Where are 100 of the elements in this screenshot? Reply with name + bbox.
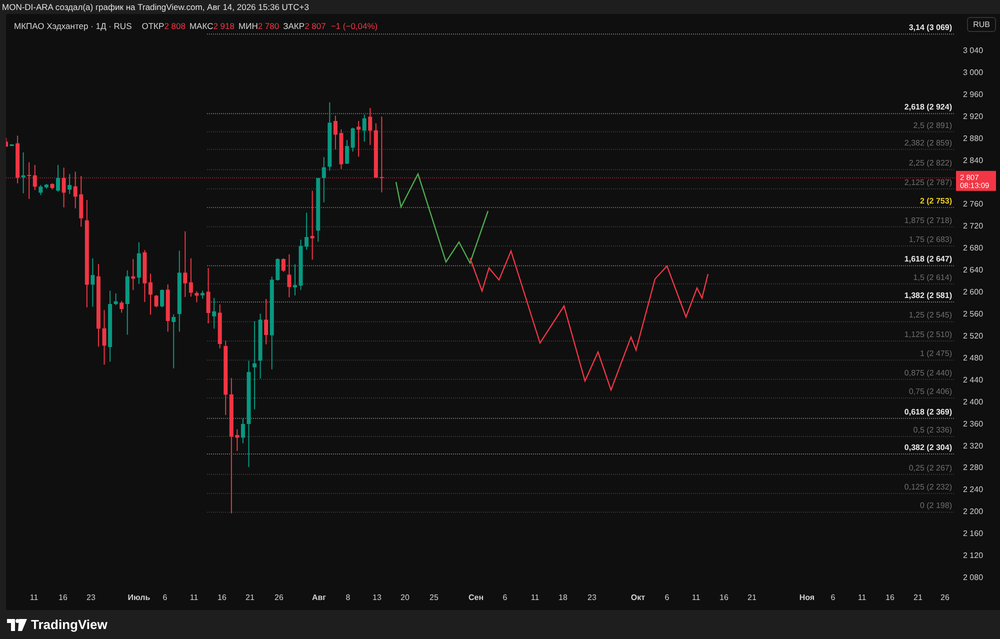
price-axis-label: 2 760 (963, 200, 984, 209)
price-axis-label: 2 600 (963, 288, 984, 297)
price-axis-label: 3 000 (963, 68, 984, 77)
fib-level-label: 0,125 (2 232) (904, 482, 952, 492)
price-axis-label: 2 640 (963, 266, 984, 275)
fib-level-label: 2,382 (2 859) (904, 138, 952, 148)
ohlc-label: ОТКР (142, 21, 164, 31)
ohlc-value: 2 780 (258, 21, 280, 31)
price-axis-label: 3 040 (963, 46, 984, 55)
fib-level-label: 1,75 (2 683) (908, 234, 952, 244)
price-axis-label: 2 240 (963, 485, 984, 494)
month-label: Ноя (799, 593, 815, 602)
fib-level-label: 0 (2 198) (920, 501, 952, 510)
candlestick (194, 290, 199, 303)
fib-level-label: 0,875 (2 440) (904, 368, 952, 378)
date-label: 11 (858, 593, 866, 602)
candlestick (154, 294, 158, 308)
fib-level-label: 0,25 (2 267) (908, 463, 952, 472)
currency-button[interactable]: RUB (967, 17, 996, 32)
fib-level-label: 0,75 (2 406) (908, 387, 952, 396)
date-label: 18 (558, 593, 568, 602)
symbol-title: МКПАО Хэдхантер · 1Д · RUS (14, 21, 132, 31)
fib-level-label: 1,618 (2 647) (904, 254, 952, 264)
date-label: 21 (914, 593, 922, 602)
price-axis-label: 2 360 (963, 419, 984, 428)
price-axis-label: 2 520 (963, 331, 984, 340)
date-label: 16 (720, 593, 728, 602)
price-axis-label: 2 160 (963, 529, 984, 538)
chart-author-caption: MON-DI-ARA создал(а) график на TradingView.com, Авг 14, 2026 15:36 UTC+3 (2, 2, 309, 12)
fib-level-label: 0,618 (2 369) (904, 407, 952, 416)
candlestick (142, 250, 147, 302)
price-change: −1 (−0,04%) (330, 21, 378, 31)
price-axis-label: 2 320 (963, 441, 984, 450)
price-axis-label: 2 440 (963, 375, 984, 384)
logo-icon (7, 618, 27, 630)
month-label: Авг (312, 593, 326, 602)
date-label: 6 (162, 593, 168, 602)
fib-level-label: 2 (2 753) (920, 196, 952, 206)
fib-level-label: 3,14 (3 069) (908, 23, 952, 32)
ohlc-label: МАКС (189, 21, 214, 31)
ohlc-value: 2 808 (164, 21, 186, 31)
fib-level-label: 2,125 (2 787) (904, 178, 952, 187)
price-axis-label: 2 880 (963, 134, 984, 143)
ohlc-label: ЗАКР (283, 21, 305, 31)
candlestick (102, 310, 106, 366)
candlestick (148, 273, 152, 316)
price-axis-label: 2 840 (963, 156, 984, 165)
date-label: 23 (588, 593, 596, 602)
date-label: 11 (30, 593, 38, 602)
tradingview-logo[interactable]: TradingView (7, 617, 108, 632)
fib-level-label: 2,5 (2 891) (913, 120, 952, 130)
date-label: 11 (530, 593, 540, 602)
date-label: 6 (830, 593, 836, 602)
price-axis-label: 2 560 (963, 310, 984, 318)
date-label: 11 (190, 593, 198, 602)
ohlc-label: МИН (238, 21, 258, 31)
price-axis-label: 2 200 (963, 507, 984, 516)
price-axis-label: 2 680 (963, 244, 984, 253)
fib-level-label: 2,25 (2 822) (908, 158, 952, 168)
date-label: 21 (246, 593, 254, 602)
date-label: 13 (372, 593, 382, 602)
current-price-badge (956, 170, 996, 191)
month-label: Июль (128, 593, 150, 602)
ohlc-value: 2 807 (304, 21, 326, 31)
fib-level-label: 1,25 (2 545) (908, 310, 952, 320)
fib-level-label: 1,5 (2 614) (913, 272, 952, 282)
candlestick (339, 128, 344, 170)
fib-level-label: 1 (2 475) (920, 349, 952, 358)
price-axis-label: 2 080 (963, 573, 984, 582)
price-axis-label: 2 400 (963, 397, 984, 406)
price-axis-label: 2 920 (963, 112, 984, 121)
candlestick (50, 182, 54, 190)
fib-level-label: 0,382 (2 304) (904, 443, 952, 452)
fib-level-label: 1,125 (2 510) (904, 330, 952, 339)
price-axis-label: 2 960 (963, 90, 984, 99)
candlestick (298, 239, 303, 290)
price-axis-label: 2 280 (963, 463, 984, 472)
fib-level-label: 0,5 (2 336) (913, 425, 952, 434)
price-axis-label: 2 120 (963, 551, 984, 560)
candlestick (287, 254, 292, 298)
candlestick (6, 137, 8, 148)
ohlc-value: 2 918 (213, 21, 234, 31)
fib-level-label: 1,382 (2 581) (904, 290, 952, 300)
date-label: 16 (886, 593, 894, 602)
date-label: 11 (692, 593, 700, 602)
date-label: 8 (346, 593, 350, 602)
price-axis-label: 2 480 (963, 353, 984, 362)
date-label: 21 (748, 593, 756, 602)
candlestick (10, 144, 14, 146)
month-label: Сен (468, 593, 484, 602)
price-axis-label: 2 720 (963, 222, 984, 231)
date-label: 16 (218, 593, 226, 602)
date-label: 26 (274, 593, 284, 602)
date-label: 23 (86, 593, 96, 602)
date-label: 16 (58, 593, 68, 602)
candlestick (293, 264, 297, 296)
date-label: 25 (430, 593, 438, 602)
date-label: 26 (940, 593, 950, 602)
date-label: 20 (400, 593, 410, 602)
fib-level-label: 2,618 (2 924) (904, 102, 952, 112)
